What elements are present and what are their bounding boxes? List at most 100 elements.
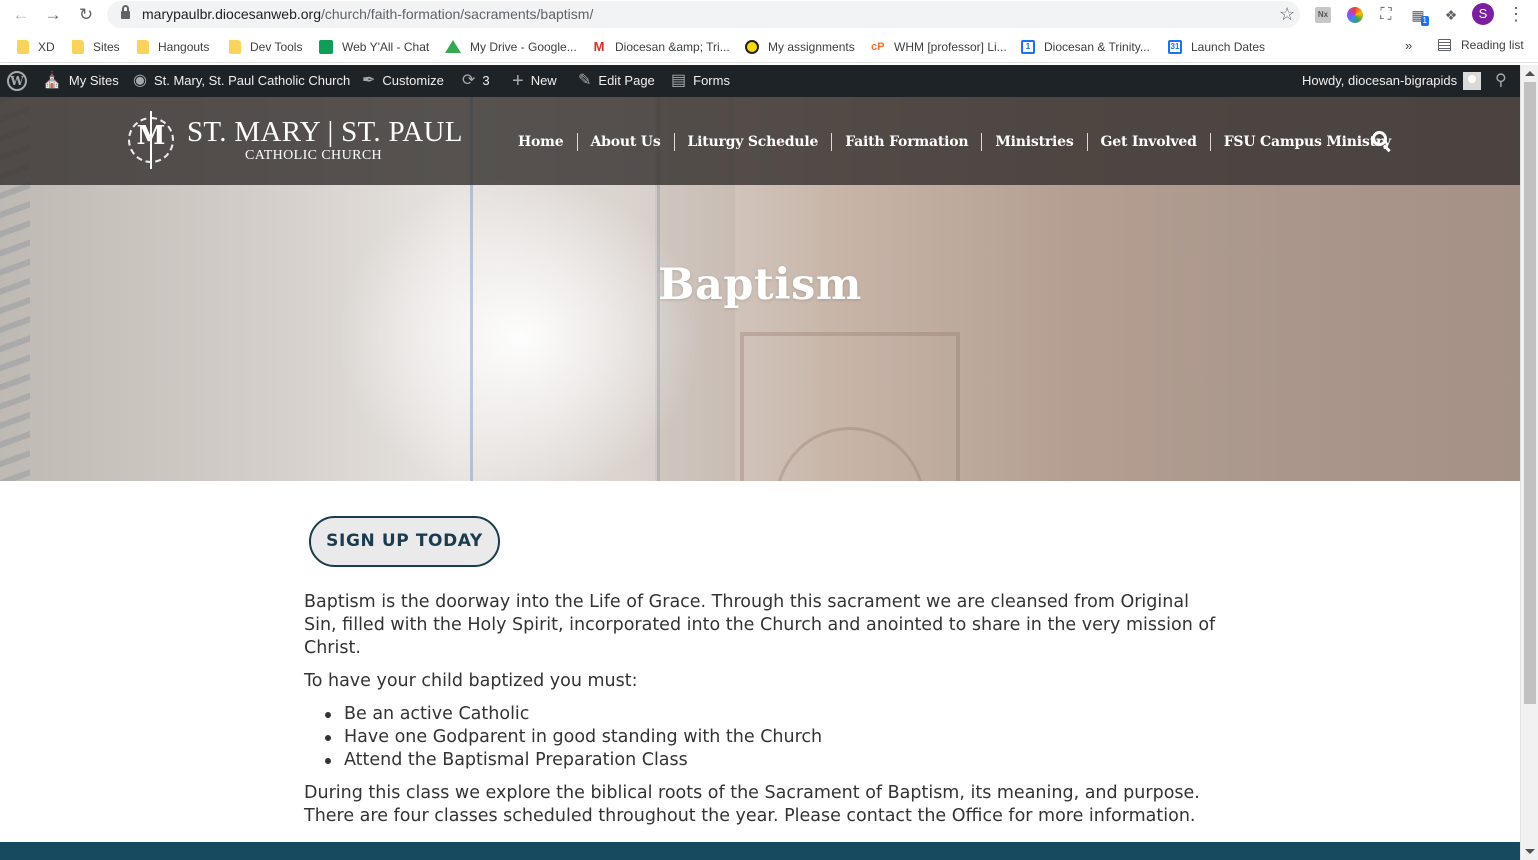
page-content: SIGN UP TODAY Baptism is the doorway int… [304,516,1224,828]
bookmark-hangouts[interactable]: Hangouts [137,38,209,55]
sign-up-today-button[interactable]: SIGN UP TODAY [309,516,500,567]
bookmark-label: WHM [professor] Li... [894,39,1007,54]
scroll-thumb[interactable] [1524,82,1536,704]
screenshot-extension-icon[interactable]: ⛶ [1375,4,1397,26]
lock-icon[interactable] [121,5,130,19]
bookmark-my-drive[interactable]: My Drive - Google... [445,38,577,55]
site-logo-subtitle[interactable]: CATHOLIC CHURCH [245,148,382,164]
bookmarks-overflow[interactable]: » [1405,38,1412,53]
reading-list-label: Reading list [1461,38,1524,52]
footer-band [0,842,1520,860]
bookmark-dev-tools[interactable]: Dev Tools [229,38,302,55]
nx-extension-icon[interactable]: Nx [1312,4,1334,26]
folder-icon [72,39,84,54]
tab-extension-icon[interactable]: ▦ 1 [1407,4,1429,26]
site-header: M ST. MARY | ST. PAUL CATHOLIC CHURCH Ho… [0,97,1520,185]
site-name-label: St. Mary, St. Paul Catholic Church [153,73,351,88]
new-label: New [530,73,557,88]
bookmark-launch-dates[interactable]: 31 Launch Dates [1168,38,1265,55]
main-navigation: Home About Us Liturgy Schedule Faith For… [505,131,1404,153]
plus-icon: + [512,70,524,92]
bookmark-whm[interactable]: cP WHM [professor] Li... [871,38,1007,55]
bookmark-label: XD [38,39,55,54]
assignments-icon [745,39,759,54]
search-icon[interactable] [1372,131,1392,153]
new-content-menu[interactable]: + New [512,65,557,97]
nav-liturgy-schedule[interactable]: Liturgy Schedule [673,133,832,151]
bookmark-label: Diocesan &amp; Tri... [615,39,730,54]
site-name-menu[interactable]: ◉ St. Mary, St. Paul Catholic Church [133,65,350,97]
updates-link[interactable]: ⟳ 3 [462,65,490,97]
drive-icon [445,40,461,53]
reload-icon[interactable]: ↻ [75,4,97,26]
bookmark-xd[interactable]: XD [17,38,55,55]
forms-label: Forms [693,73,730,88]
my-sites-icon: ⛪ [42,72,62,89]
cpanel-icon: cP [871,40,885,53]
address-bar[interactable]: marypaulbr.diocesanweb.org/church/faith-… [107,1,1300,28]
bookmark-diocesan-gmail[interactable]: M Diocesan &amp; Tri... [592,38,730,55]
calendar-icon: 31 [1168,39,1182,54]
edit-page-label: Edit Page [598,73,655,88]
account-menu[interactable]: Howdy, diocesan-bigrapids [1302,65,1482,97]
browser-toolbar: ← → ↻ marypaulbr.diocesanweb.org/church/… [0,0,1538,30]
requirements-intro: To have your child baptized you must: [304,671,638,691]
scroll-down-arrow-icon[interactable] [1525,849,1535,854]
calendar-icon: 1 [1021,39,1035,54]
updates-icon: ⟳ [462,72,476,89]
site-logo-name[interactable]: ST. MARY | ST. PAUL [187,116,463,149]
scroll-up-arrow-icon[interactable] [1525,71,1535,76]
gmail-icon: M [593,38,605,54]
list-item: Be an active Catholic [325,703,1224,726]
bookmark-star-icon[interactable]: ☆ [1279,2,1295,27]
class-info-paragraph: During this class we explore the biblica… [304,783,1200,826]
forms-menu[interactable]: ▤ Forms [671,65,730,97]
nav-get-involved[interactable]: Get Involved [1086,133,1210,151]
color-picker-extension-icon[interactable] [1344,4,1366,26]
bookmark-web-yall-chat[interactable]: Web Y'All - Chat [319,38,429,55]
wordpress-logo-icon[interactable]: W [7,65,27,97]
url-text[interactable]: marypaulbr.diocesanweb.org/church/faith-… [142,1,593,28]
list-item: Have one Godparent in good standing with… [325,726,1224,749]
bookmarks-bar: XD Sites Hangouts Dev Tools Web Y'All - … [0,30,1538,63]
my-sites-menu[interactable]: ⛪ My Sites [42,65,119,97]
bookmark-label: My assignments [768,39,855,54]
bookmark-label: My Drive - Google... [470,39,577,54]
avatar [1463,72,1482,90]
logo-monogram: M [136,121,166,151]
back-arrow-icon[interactable]: ← [10,4,32,26]
nav-home[interactable]: Home [505,133,577,151]
hero-banner: M ST. MARY | ST. PAUL CATHOLIC CHURCH Ho… [0,97,1520,481]
bookmark-label: Hangouts [158,39,210,54]
bookmark-label: Launch Dates [1191,39,1266,54]
extension-badge: 1 [1420,16,1429,26]
pencil-icon: ✎ [578,72,592,89]
requirements-list: Be an active Catholic Have one Godparent… [325,703,1224,772]
browser-menu-icon[interactable]: ⋮ [1507,3,1525,25]
nav-about-us[interactable]: About Us [576,133,674,151]
folder-icon [17,39,29,54]
customize-label: Customize [382,73,444,88]
folder-icon [229,39,241,54]
edit-page-link[interactable]: ✎ Edit Page [578,65,655,97]
page-title: Baptism [658,260,862,310]
puzzle-extensions-icon[interactable]: ❖ [1440,4,1462,26]
bookmark-sites[interactable]: Sites [72,38,120,55]
bookmark-diocesan-trinity[interactable]: 1 Diocesan & Trinity... [1021,38,1150,55]
howdy-label: Howdy, diocesan-bigrapids [1302,73,1458,88]
nav-ministries[interactable]: Ministries [981,133,1086,151]
profile-avatar[interactable]: S [1472,3,1494,25]
page-scrollbar[interactable] [1520,65,1538,860]
nav-faith-formation[interactable]: Faith Formation [831,133,981,151]
reading-list-button[interactable]: Reading list [1438,38,1524,52]
forward-arrow-icon[interactable]: → [42,4,64,26]
admin-search-icon[interactable]: ⚲ [1495,65,1507,97]
wp-admin-bar: W ⛪ My Sites ◉ St. Mary, St. Paul Catholic… [0,65,1538,97]
church-logo-icon[interactable]: M [124,111,178,169]
customize-link[interactable]: ✒ Customize [362,65,444,97]
folder-icon [137,39,149,54]
bookmark-my-assignments[interactable]: My assignments [745,38,855,55]
site-page: M ST. MARY | ST. PAUL CATHOLIC CHURCH Ho… [0,97,1520,860]
paintbrush-icon: ✒ [362,72,376,89]
bookmark-label: Diocesan & Trinity... [1044,39,1150,54]
